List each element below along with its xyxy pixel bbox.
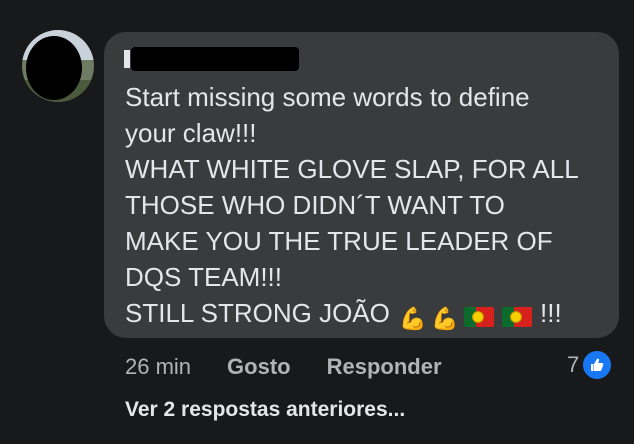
like-button[interactable]: Gosto [227,352,291,382]
comment-bubble: Start missing some words to define your … [104,32,619,338]
comment-body: Start missing some words to define your … [125,79,611,335]
author-name-redaction[interactable] [131,47,299,71]
comment-line: WHAT WHITE GLOVE SLAP, FOR ALL [125,154,579,184]
avatar[interactable] [22,30,94,102]
comment-thread-item: Start missing some words to define your … [0,0,634,444]
emoji-group: 💪 💪 [399,299,533,335]
comment-line: Start missing some words to define [125,82,530,112]
portugal-flag-icon [463,307,494,328]
portugal-flag-icon [501,307,532,328]
view-previous-replies-link[interactable]: Ver 2 respostas anteriores... [125,396,405,424]
comment-line: DQS TEAM!!! [125,262,282,292]
comment-timestamp[interactable]: 26 min [125,352,191,382]
comment-trailing-text: !!! [540,298,562,328]
comment-line: THOSE WHO DIDN´T WANT TO [125,190,505,220]
flexed-biceps-icon: 💪 [399,306,427,331]
thumbs-up-icon [581,349,614,381]
comment-actions: 26 min Gosto Responder [125,352,478,382]
reply-button[interactable]: Responder [327,352,442,382]
comment-last-line: STILL STRONG JOÃO 💪 💪 !!! [125,295,611,335]
reaction-count: 7 [567,352,580,377]
avatar-redaction [26,36,82,100]
reaction-summary[interactable]: 7 [567,349,614,381]
author-name-initial [124,50,130,68]
comment-line: your claw!!! [125,118,257,148]
comment-line: MAKE YOU THE TRUE LEADER OF [125,226,553,256]
comment-line: STILL STRONG JOÃO [125,298,390,328]
flexed-biceps-icon: 💪 [431,306,459,331]
